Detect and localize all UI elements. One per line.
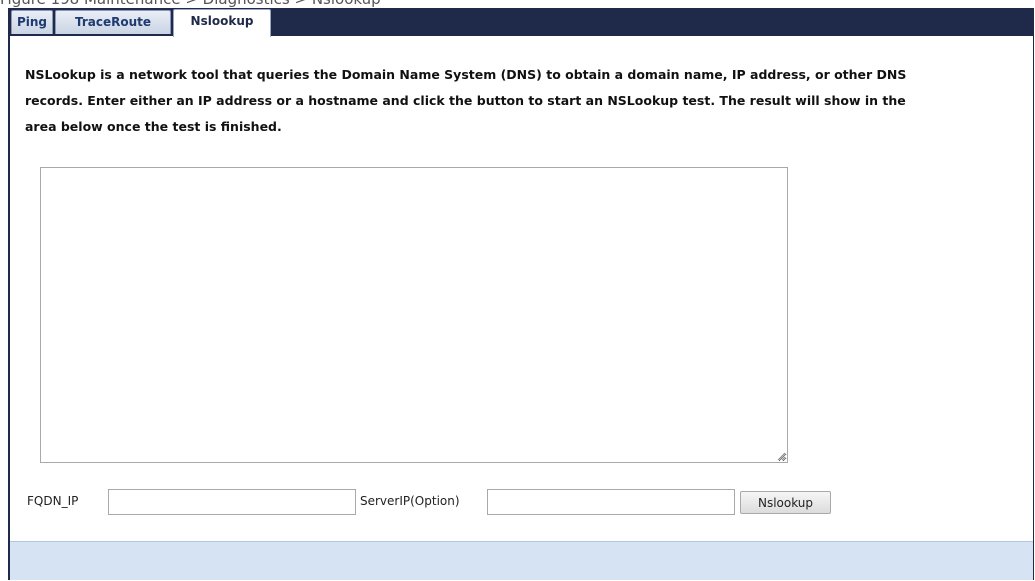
tab-nslookup[interactable]: Nslookup xyxy=(173,9,271,37)
figure-caption-strip: Figure 198 Maintenance > Diagnostics > N… xyxy=(0,0,1035,8)
tab-ping[interactable]: Ping xyxy=(11,10,53,34)
fqdn-ip-label: FQDN_IP xyxy=(27,494,79,508)
server-ip-input[interactable] xyxy=(487,489,735,515)
resize-grip-icon[interactable] xyxy=(776,451,786,461)
tab-traceroute[interactable]: TraceRoute xyxy=(55,10,171,34)
server-ip-label: ServerIP(Option) xyxy=(360,494,460,508)
description-text: NSLookup is a network tool that queries … xyxy=(25,67,907,134)
footer-bar xyxy=(10,541,1033,580)
fqdn-ip-input[interactable] xyxy=(108,489,356,515)
figure-caption: Figure 198 Maintenance > Diagnostics > N… xyxy=(0,0,381,8)
tab-bar: Ping TraceRoute Nslookup xyxy=(10,8,1033,37)
nslookup-panel: Ping TraceRoute Nslookup NSLookup is a n… xyxy=(8,8,1034,580)
nslookup-button[interactable]: Nslookup xyxy=(740,491,831,514)
result-textarea[interactable] xyxy=(40,167,788,463)
